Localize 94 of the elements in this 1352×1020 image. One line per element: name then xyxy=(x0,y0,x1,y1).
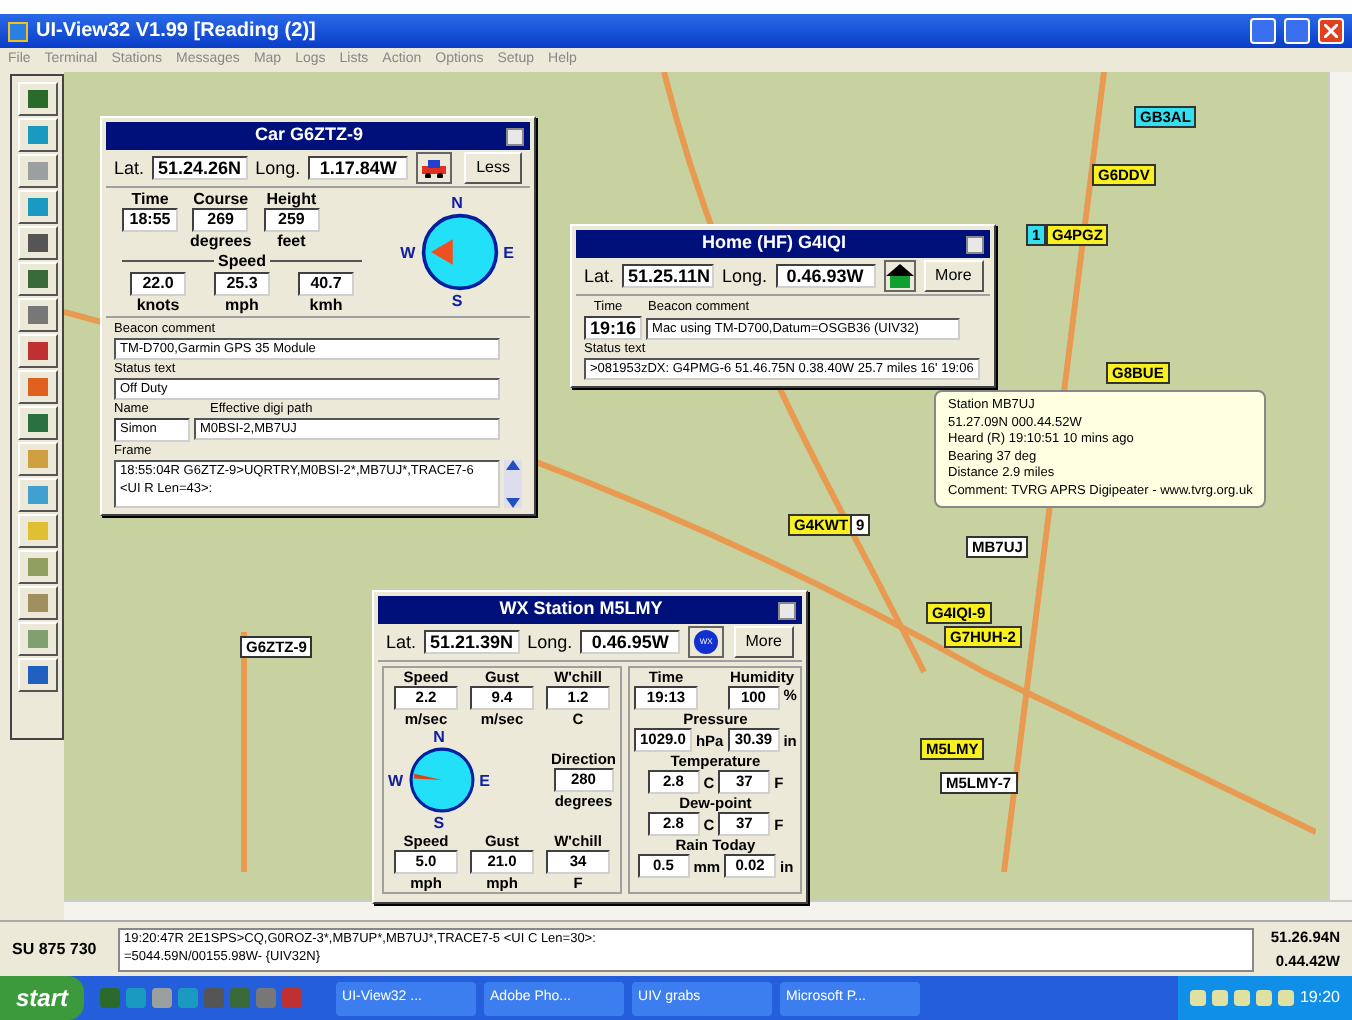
vertical-scrollbar[interactable] xyxy=(1328,72,1352,900)
tool-icon xyxy=(25,340,49,362)
field-label: Lat. xyxy=(386,633,417,651)
close-icon xyxy=(1324,24,1338,38)
maximize-button[interactable] xyxy=(1284,18,1310,44)
field-label: N xyxy=(451,194,463,212)
readout-field: 269 xyxy=(192,208,249,232)
field-label: degrees xyxy=(190,232,252,250)
tool-icon xyxy=(25,160,49,182)
field-label: S xyxy=(451,292,463,310)
clock-text: 19:20 xyxy=(1299,986,1340,1010)
toggle-button[interactable]: Less xyxy=(464,152,522,184)
toolbar-button[interactable] xyxy=(17,298,57,332)
readout-field: 0.46.93W xyxy=(775,264,876,288)
grid-locator: SU 875 730 xyxy=(12,937,99,961)
tool-icon xyxy=(25,124,49,146)
tool-icon xyxy=(25,556,49,578)
app-icon xyxy=(8,21,28,41)
readout-field: 22.0 xyxy=(130,272,186,296)
field-label: Lat. xyxy=(584,267,615,285)
toolbar-button[interactable] xyxy=(17,550,57,584)
tool-icon xyxy=(25,628,49,650)
field-label: E xyxy=(479,771,490,789)
window-title: UI-View32 V1.99 [Reading (2)] xyxy=(36,18,318,46)
readout-field: 25.3 xyxy=(214,272,270,296)
tool-icon xyxy=(25,448,49,470)
readout-field: 51.25.11N xyxy=(622,264,715,288)
toolbar-button[interactable] xyxy=(17,334,57,368)
field-label: mph xyxy=(225,296,259,314)
window-title: Car G6ZTZ-9 xyxy=(252,122,365,149)
minimize-button[interactable] xyxy=(1250,18,1276,44)
car-icon xyxy=(416,152,453,184)
tool-icon xyxy=(25,376,49,398)
close-button[interactable] xyxy=(966,235,984,253)
tool-icon xyxy=(25,484,49,506)
toolbar-button[interactable] xyxy=(17,586,57,620)
tool-icon xyxy=(25,520,49,542)
tool-icon xyxy=(25,304,49,326)
toggle-button[interactable]: More xyxy=(733,626,794,658)
field-label: E xyxy=(503,243,514,261)
field-label: S xyxy=(433,814,445,832)
field-label: W xyxy=(400,243,416,261)
field-label: Time xyxy=(131,190,169,208)
field-label: N xyxy=(433,728,445,746)
field-label: W xyxy=(388,771,404,789)
tool-icon xyxy=(25,412,49,434)
tool-icon xyxy=(25,664,49,686)
toolbar-button[interactable] xyxy=(17,118,57,152)
horizontal-scrollbar[interactable] xyxy=(64,900,1352,920)
field-label: Long. xyxy=(255,159,301,177)
toolbar-button[interactable] xyxy=(17,622,57,656)
start-button[interactable]: start xyxy=(0,976,85,1020)
window-title: WX Station M5LMY xyxy=(497,596,665,623)
compass-drawing xyxy=(407,746,476,814)
scroll-arrows[interactable] xyxy=(504,460,522,508)
field-label: kmh xyxy=(309,296,343,314)
tool-icon xyxy=(25,88,49,110)
field-label: Long. xyxy=(722,267,768,285)
readout-field: 0.46.95W xyxy=(580,630,681,654)
readout-field: 18:55 xyxy=(122,208,178,232)
readout-field: 51.21.39N xyxy=(424,630,520,654)
toolbar-button[interactable] xyxy=(17,514,57,548)
close-button[interactable] xyxy=(506,127,524,145)
tool-icon xyxy=(25,232,49,254)
toolbar-button[interactable] xyxy=(17,370,57,404)
toolbar-button[interactable] xyxy=(17,226,57,260)
field-label: Course xyxy=(193,190,249,208)
field-label: Lat. xyxy=(114,159,145,177)
toolbar-button[interactable] xyxy=(17,262,57,296)
readout-field: 1.17.84W xyxy=(308,156,409,180)
compass-drawing xyxy=(419,212,500,292)
tool-icon xyxy=(25,196,49,218)
field-label: Speed xyxy=(218,252,267,270)
field-label: feet xyxy=(277,232,306,250)
toolbar-button[interactable] xyxy=(17,82,57,116)
tool-icon xyxy=(25,268,49,290)
toolbar-button[interactable] xyxy=(17,154,57,188)
toolbar-button[interactable] xyxy=(17,406,57,440)
readout-field: 259 xyxy=(263,208,320,232)
toolbar-button[interactable] xyxy=(17,442,57,476)
tool-icon xyxy=(25,592,49,614)
close-button[interactable] xyxy=(778,601,796,619)
field-label: Height xyxy=(266,190,317,208)
toolbar-button[interactable] xyxy=(17,658,57,692)
field-label: knots xyxy=(136,296,180,314)
field-label: Long. xyxy=(527,633,573,651)
window-title: Home (HF) G4IQI xyxy=(699,230,848,257)
house-icon xyxy=(883,260,916,292)
readout-field: 51.24.26N xyxy=(152,156,248,180)
toolbar-button[interactable] xyxy=(17,478,57,512)
readout-field: 19:16 xyxy=(584,316,643,340)
toolbar-button[interactable] xyxy=(17,190,57,224)
readout-field: 40.7 xyxy=(298,272,354,296)
toggle-button[interactable]: More xyxy=(923,260,984,292)
